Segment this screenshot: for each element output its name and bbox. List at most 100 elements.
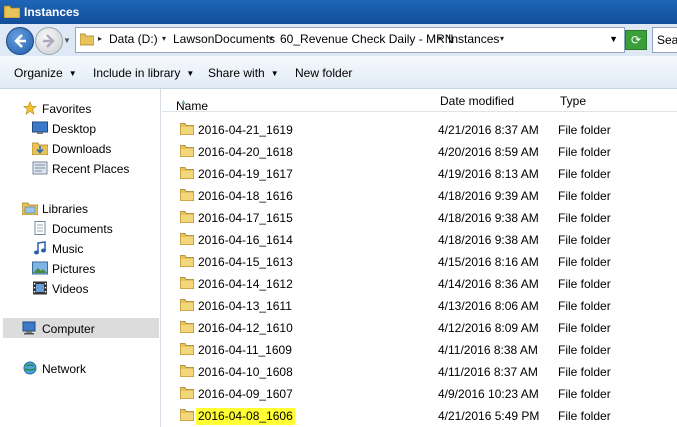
forward-button[interactable] [35, 27, 63, 55]
command-bar: Organize ▼ Include in library ▼ Share with… [0, 56, 677, 89]
file-row[interactable]: 2016-04-13_1611 4/13/2016 8:06 AM File fol… [162, 294, 677, 316]
file-row[interactable]: 2016-04-12_1610 4/12/2016 8:09 AM File fol… [162, 316, 677, 338]
file-row[interactable]: 2016-04-18_1616 4/18/2016 9:39 AM File fol… [162, 184, 677, 206]
file-date-modified: 4/11/2016 8:38 AM [438, 343, 538, 357]
file-type: File folder [558, 365, 611, 379]
nav-music-label: Music [52, 242, 84, 256]
file-type: File folder [558, 233, 611, 247]
file-list: Name ▲ Date modified Type 2016-04-21_1619… [162, 89, 677, 427]
share-with-button[interactable]: Share with ▼ [208, 66, 279, 80]
file-date-modified: 4/18/2016 9:38 AM [438, 211, 539, 225]
breadcrumb-instances[interactable]: Instances [448, 32, 499, 46]
file-date-modified: 4/14/2016 8:36 AM [438, 277, 539, 291]
folder-icon [180, 189, 194, 201]
documents-icon [34, 221, 46, 235]
organize-button[interactable]: Organize ▼ [14, 66, 77, 80]
file-type: File folder [558, 255, 611, 269]
file-date-modified: 4/21/2016 5:49 PM [438, 409, 540, 423]
file-name: 2016-04-19_1617 [198, 167, 293, 181]
recent-places-icon [32, 161, 48, 175]
network-icon [23, 361, 37, 375]
chevron-down-icon[interactable]: ▾ [162, 34, 166, 43]
folder-icon [180, 233, 194, 245]
file-name: 2016-04-09_1607 [198, 387, 293, 401]
column-header-type[interactable]: Type [553, 89, 677, 112]
chevron-down-icon: ▼ [270, 69, 279, 78]
refresh-icon: ⟳ [630, 33, 642, 47]
chevron-down-icon: ▼ [186, 69, 195, 78]
file-row[interactable]: 2016-04-11_1609 4/11/2016 8:38 AM File fol… [162, 338, 677, 360]
music-icon [34, 241, 46, 255]
file-type: File folder [558, 277, 611, 291]
file-date-modified: 4/19/2016 8:13 AM [438, 167, 539, 181]
chevron-down-icon[interactable]: ▾ [500, 34, 504, 43]
file-type: File folder [558, 189, 611, 203]
folder-icon [180, 167, 194, 179]
search-placeholder: Sea [657, 33, 677, 47]
folder-icon [180, 211, 194, 223]
file-name: 2016-04-18_1616 [198, 189, 293, 203]
file-date-modified: 4/20/2016 8:59 AM [438, 145, 539, 159]
file-row[interactable]: 2016-04-16_1614 4/18/2016 9:38 AM File fol… [162, 228, 677, 250]
address-dropdown-icon[interactable]: ▼ [609, 34, 618, 44]
window-title: Instances [24, 5, 80, 19]
breadcrumb-lawsondocuments[interactable]: LawsonDocuments [173, 32, 275, 46]
file-name: 2016-04-16_1614 [198, 233, 293, 247]
folder-icon [180, 387, 194, 399]
nav-documents-label: Documents [52, 222, 113, 236]
folder-icon [80, 33, 94, 46]
file-date-modified: 4/18/2016 9:38 AM [438, 233, 539, 247]
column-header-name[interactable]: Name ▲ [162, 89, 434, 113]
search-input[interactable]: Sea [652, 27, 677, 53]
file-row[interactable]: 2016-04-21_1619 4/21/2016 8:37 AM File fol… [162, 118, 677, 140]
back-button[interactable] [6, 27, 34, 55]
new-folder-button[interactable]: New folder [295, 66, 352, 80]
file-name: 2016-04-20_1618 [198, 145, 293, 159]
nav-computer-label: Computer [42, 322, 95, 336]
file-row[interactable]: 2016-04-08_1606 4/21/2016 5:49 PM File fol… [162, 404, 677, 426]
recent-pages-dropdown[interactable]: ▼ [63, 36, 71, 45]
file-row[interactable]: 2016-04-15_1613 4/15/2016 8:16 AM File fol… [162, 250, 677, 272]
arrow-left-icon [14, 34, 26, 48]
include-in-library-button[interactable]: Include in library ▼ [93, 66, 194, 80]
file-date-modified: 4/12/2016 8:09 AM [438, 321, 539, 335]
file-name: 2016-04-14_1612 [198, 277, 293, 291]
file-type: File folder [558, 123, 611, 137]
file-date-modified: 4/11/2016 8:37 AM [438, 365, 538, 379]
folder-icon [180, 123, 194, 135]
nav-pictures-label: Pictures [52, 262, 96, 276]
arrow-right-icon [43, 34, 55, 48]
file-row[interactable]: 2016-04-09_1607 4/9/2016 10:23 AM File fol… [162, 382, 677, 404]
file-row[interactable]: 2016-04-10_1608 4/11/2016 8:37 AM File fol… [162, 360, 677, 382]
file-type: File folder [558, 211, 611, 225]
file-date-modified: 4/13/2016 8:06 AM [438, 299, 539, 313]
star-icon [23, 101, 37, 115]
chevron-right-icon[interactable]: ▸ [98, 34, 102, 43]
breadcrumb-drive[interactable]: Data (D:) [109, 32, 158, 46]
libraries-icon [22, 202, 38, 215]
file-name: 2016-04-12_1610 [198, 321, 293, 335]
column-header-date-modified[interactable]: Date modified [433, 89, 554, 112]
include-in-library-label: Include in library [93, 66, 181, 80]
chevron-down-icon[interactable]: ▾ [438, 34, 442, 43]
file-type: File folder [558, 409, 611, 423]
file-row[interactable]: 2016-04-19_1617 4/19/2016 8:13 AM File fol… [162, 162, 677, 184]
file-type: File folder [558, 387, 611, 401]
file-name: 2016-04-08_1606 [196, 408, 295, 425]
folder-icon [180, 409, 194, 421]
file-type: File folder [558, 343, 611, 357]
file-row[interactable]: 2016-04-14_1612 4/14/2016 8:36 AM File fol… [162, 272, 677, 294]
file-name: 2016-04-21_1619 [198, 123, 293, 137]
address-bar[interactable]: ▸ Data (D:) ▾ LawsonDocuments ▾ 60_Reven… [75, 27, 625, 53]
refresh-button[interactable]: ⟳ [625, 30, 647, 50]
nav-recent-places-label: Recent Places [52, 162, 130, 176]
nav-videos-label: Videos [52, 282, 89, 296]
file-type: File folder [558, 299, 611, 313]
nav-network-label: Network [42, 362, 87, 376]
videos-icon [33, 281, 47, 295]
breadcrumb-revenue-check[interactable]: 60_Revenue Check Daily - MRN [280, 32, 453, 46]
title-bar[interactable]: Instances [0, 0, 677, 24]
file-row[interactable]: 2016-04-17_1615 4/18/2016 9:38 AM File fol… [162, 206, 677, 228]
chevron-down-icon[interactable]: ▾ [269, 34, 273, 43]
file-row[interactable]: 2016-04-20_1618 4/20/2016 8:59 AM File fol… [162, 140, 677, 162]
